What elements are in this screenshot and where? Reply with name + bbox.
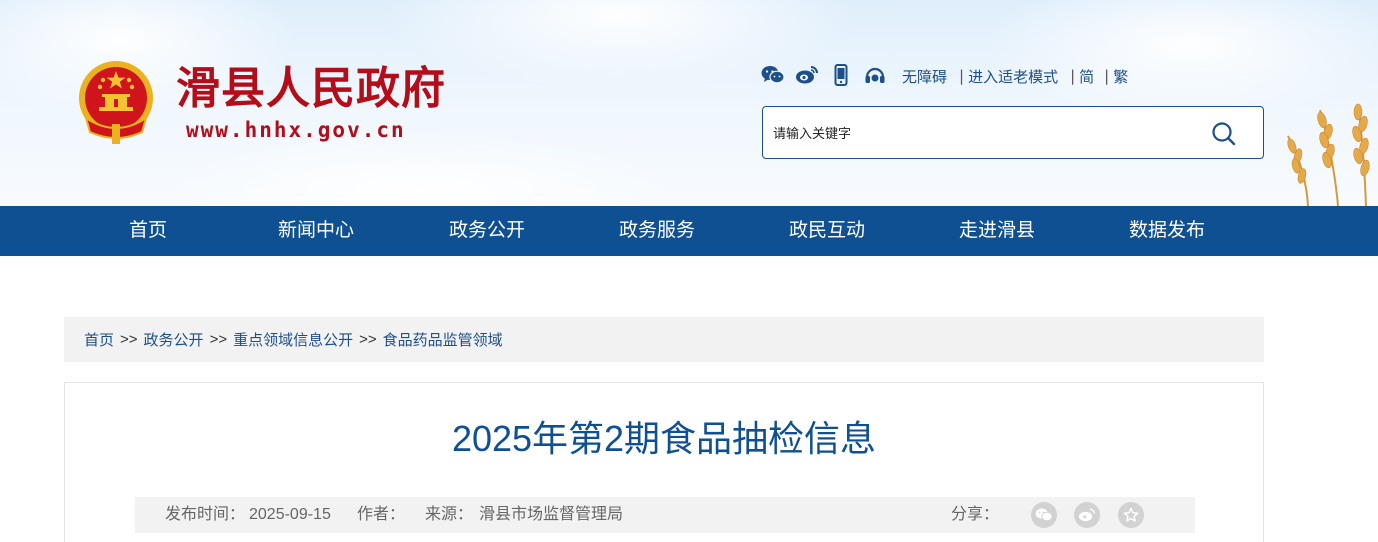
- breadcrumb-separator: >>: [209, 331, 228, 348]
- accessibility-link[interactable]: 无障碍: [902, 66, 947, 87]
- nav-item-data-release[interactable]: 数据发布: [1129, 206, 1205, 256]
- breadcrumb-gov-affairs[interactable]: 政务公开: [144, 329, 204, 350]
- simplified-chinese-link[interactable]: 简: [1079, 66, 1094, 87]
- publish-date: 2025-09-15: [249, 506, 331, 523]
- tool-icon-group: [760, 62, 896, 88]
- mobile-icon[interactable]: [828, 62, 854, 88]
- nav-item-gov-services[interactable]: 政务服务: [619, 206, 695, 256]
- link-separator: |: [959, 67, 965, 85]
- site-header: 滑县人民政府 www.hnhx.gov.cn 无障碍 | 进入适老模式 | 简 …: [0, 0, 1378, 206]
- weibo-share-icon[interactable]: [1074, 502, 1100, 528]
- nav-item-about-county[interactable]: 走进滑县: [959, 206, 1035, 256]
- nav-item-home[interactable]: 首页: [129, 206, 167, 256]
- favorite-share-icon[interactable]: [1118, 502, 1144, 528]
- nav-item-interaction[interactable]: 政民互动: [789, 206, 865, 256]
- wheat-decoration: [1287, 103, 1370, 206]
- share-label: 分享：: [951, 506, 1000, 523]
- main-nav: 首页 新闻中心 政务公开 政务服务 政民互动 走进滑县 数据发布: [0, 206, 1378, 256]
- author-label: 作者：: [357, 506, 406, 523]
- weibo-icon[interactable]: [794, 62, 820, 88]
- breadcrumb-food-drug[interactable]: 食品药品监管领域: [383, 329, 503, 350]
- publish-label: 发布时间：: [165, 506, 246, 523]
- site-url: www.hnhx.gov.cn: [186, 118, 406, 142]
- nav-item-news[interactable]: 新闻中心: [278, 206, 354, 256]
- link-separator: |: [1070, 67, 1076, 85]
- breadcrumb-separator: >>: [359, 331, 377, 348]
- headset-icon[interactable]: [862, 62, 888, 88]
- elder-mode-link[interactable]: 进入适老模式: [968, 66, 1058, 87]
- wechat-share-icon[interactable]: [1031, 502, 1057, 528]
- link-separator: |: [1104, 67, 1110, 85]
- breadcrumb-key-areas[interactable]: 重点领域信息公开: [233, 329, 353, 350]
- source-value: 滑县市场监督管理局: [479, 506, 624, 523]
- breadcrumb-home[interactable]: 首页: [84, 329, 114, 350]
- source-label: 来源：: [425, 506, 474, 523]
- national-emblem-logo: [79, 61, 153, 144]
- wechat-icon[interactable]: [760, 62, 786, 88]
- breadcrumb-separator: >>: [120, 331, 138, 348]
- nav-item-gov-affairs[interactable]: 政务公开: [449, 206, 525, 256]
- traditional-chinese-link[interactable]: 繁: [1113, 66, 1128, 87]
- site-title: 滑县人民政府: [176, 63, 446, 114]
- top-links: 无障碍 | 进入适老模式 | 简 | 繁: [902, 64, 1128, 88]
- search-input[interactable]: [773, 117, 1193, 149]
- article-meta-bar: 发布时间： 2025-09-15 作者： 来源： 滑县市场监督管理局 分享：: [135, 497, 1195, 533]
- article-title: 2025年第2期食品抽检信息: [451, 418, 877, 459]
- breadcrumb: 首页 >> 政务公开 >> 重点领域信息公开 >> 食品药品监管领域: [64, 317, 1264, 362]
- article-panel: 2025年第2期食品抽检信息 发布时间： 2025-09-15 作者： 来源： …: [64, 382, 1264, 542]
